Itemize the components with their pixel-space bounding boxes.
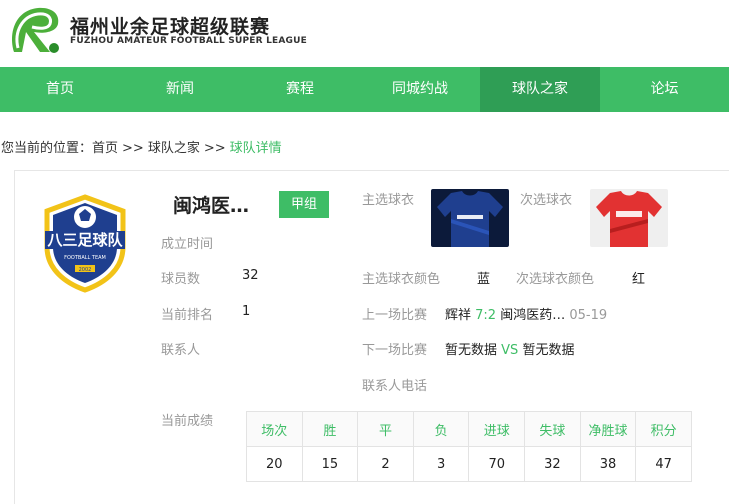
players-label: 球员数	[161, 272, 201, 287]
nav-forum[interactable]: 论坛	[600, 67, 729, 112]
last-match-label: 上一场比赛	[362, 308, 428, 323]
stats-header-cell: 平	[357, 411, 414, 447]
stats-value-cell: 47	[635, 446, 692, 482]
breadcrumb-prefix: 您当前的位置：	[1, 141, 93, 156]
brand-title-cn: 福州业余足球超级联赛	[70, 16, 271, 38]
stats-header-row: 场次 胜 平 负 进球 失球 净胜球 积分	[246, 411, 692, 447]
away-kit-label: 次选球衣	[520, 193, 573, 208]
stats-header-cell: 场次	[246, 411, 303, 447]
stats-table: 场次 胜 平 负 进球 失球 净胜球 积分 20 15 2 3 70 32 38…	[246, 411, 692, 482]
division-badge: 甲组	[279, 191, 329, 218]
nav-home[interactable]: 首页	[0, 67, 120, 112]
team-name: 闽鸿医…	[173, 195, 250, 217]
home-color-value: 蓝	[477, 272, 491, 287]
phone-label: 联系人电话	[362, 379, 428, 394]
stats-value-cell: 38	[579, 446, 637, 482]
breadcrumb-section[interactable]: 球队之家	[148, 141, 200, 156]
last-match[interactable]: 辉祥 7:2 闽鸿医药… 05-19	[445, 304, 607, 323]
stats-header-cell: 净胜球	[579, 411, 637, 447]
site-header: 福州业余足球超级联赛 FUZHOU AMATEUR FOOTBALL SUPER…	[0, 0, 729, 67]
stats-value-cell: 70	[468, 446, 526, 482]
nav-schedule[interactable]: 赛程	[240, 67, 360, 112]
players-value: 32	[242, 268, 259, 283]
stats-header-cell: 积分	[635, 411, 692, 447]
next-match-home: 暂无数据	[445, 343, 498, 358]
away-color-label: 次选球衣颜色	[516, 272, 595, 287]
stats-value-cell: 15	[301, 446, 359, 482]
league-logo[interactable]	[4, 2, 66, 58]
founded-label: 成立时间	[161, 237, 214, 252]
next-match-away: 暂无数据	[522, 343, 575, 358]
rank-label: 当前排名	[161, 308, 214, 323]
home-kit-image[interactable]	[431, 189, 509, 247]
stats-header-cell: 失球	[524, 411, 581, 447]
next-match-vs: VS	[501, 343, 519, 358]
stats-value-cell: 20	[246, 446, 303, 482]
stats-header-cell: 负	[412, 411, 470, 447]
nav-news[interactable]: 新闻	[120, 67, 240, 112]
last-match-away: 闽鸿医药…	[500, 308, 566, 323]
home-kit-label: 主选球衣	[362, 193, 415, 208]
next-match-label: 下一场比赛	[362, 343, 428, 358]
stats-value-cell: 2	[357, 446, 414, 482]
breadcrumb-home[interactable]: 首页	[92, 141, 118, 156]
stats-value-cell: 3	[412, 446, 470, 482]
last-match-score: 7:2	[475, 308, 497, 323]
last-match-home: 辉祥	[445, 308, 472, 323]
team-logo-year: 2002	[79, 267, 92, 273]
home-color-label: 主选球衣颜色	[362, 272, 441, 287]
rank-value: 1	[242, 304, 251, 319]
breadcrumb-current: 球队详情	[229, 141, 282, 156]
record-label: 当前成绩	[161, 414, 214, 429]
stats-header-cell: 胜	[301, 411, 359, 447]
nav-local-match[interactable]: 同城约战	[360, 67, 480, 112]
stats-header-cell: 进球	[468, 411, 526, 447]
away-color-value: 红	[632, 272, 646, 287]
breadcrumb-sep: >>	[203, 141, 226, 156]
next-match[interactable]: 暂无数据 VS 暂无数据	[445, 339, 574, 358]
brand-title-en: FUZHOU AMATEUR FOOTBALL SUPER LEAGUE	[70, 36, 307, 46]
team-logo: 八三足球队 FOOTBALL TEAM 2002	[44, 194, 126, 293]
main-nav: 首页 新闻 赛程 同城约战 球队之家 论坛	[0, 67, 729, 112]
nav-team-home[interactable]: 球队之家	[480, 67, 600, 112]
stats-value-row: 20 15 2 3 70 32 38 47	[246, 446, 692, 482]
breadcrumb: 您当前的位置：首页 >> 球队之家 >> 球队详情	[1, 137, 282, 156]
team-logo-sub: FOOTBALL TEAM	[64, 255, 106, 261]
away-kit-image[interactable]	[590, 189, 668, 247]
breadcrumb-sep: >>	[122, 141, 144, 156]
contact-label: 联系人	[161, 343, 201, 358]
last-match-date: 05-19	[569, 308, 608, 323]
stats-value-cell: 32	[524, 446, 581, 482]
team-logo-name: 八三足球队	[46, 231, 123, 249]
team-card: 八三足球队 FOOTBALL TEAM 2002 闽鸿医… 甲组 成立时间 球员…	[14, 170, 729, 504]
